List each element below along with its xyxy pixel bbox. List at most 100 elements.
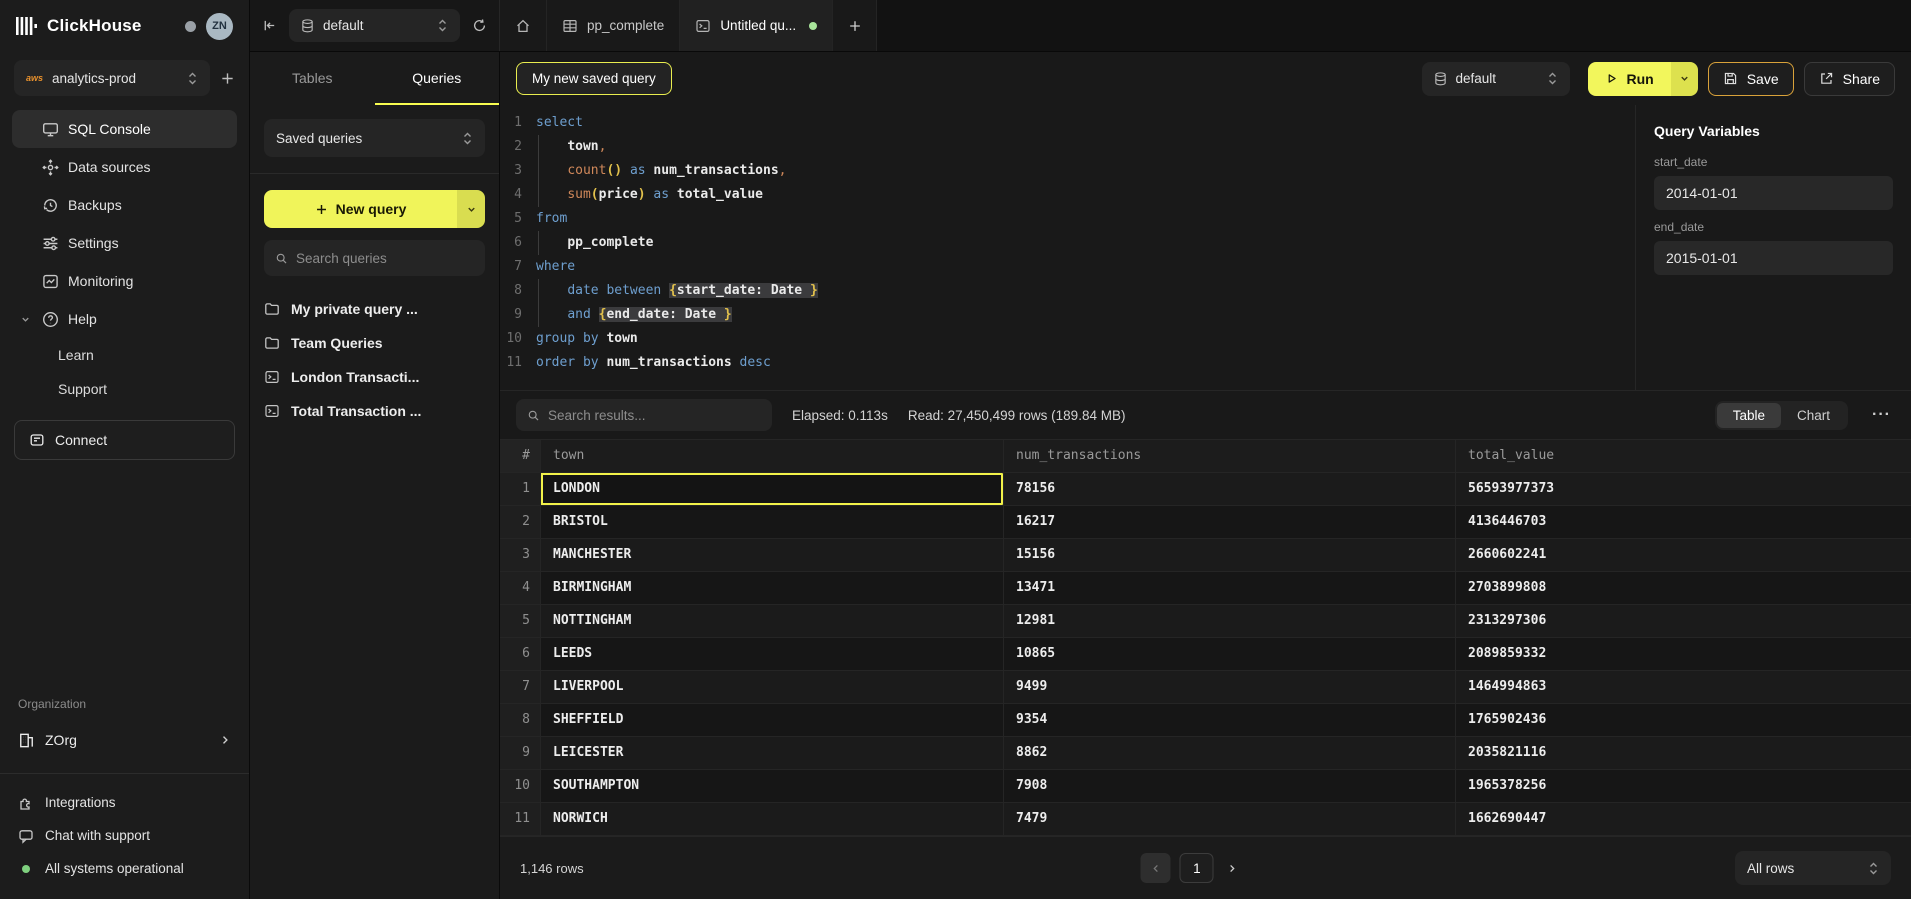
collapse-sidebar-icon[interactable] xyxy=(262,18,277,33)
view-chart-button[interactable]: Chart xyxy=(1781,403,1846,428)
table-cell[interactable]: 10865 xyxy=(1003,638,1455,670)
connect-button[interactable]: Connect xyxy=(14,420,235,460)
editor-toolbar: My new saved query default Run xyxy=(500,52,1911,105)
notification-dot[interactable] xyxy=(185,21,196,32)
chat-support-link[interactable]: Chat with support xyxy=(6,819,243,852)
run-button[interactable]: Run xyxy=(1588,62,1671,96)
table-cell[interactable]: LONDON xyxy=(540,473,1003,505)
table-cell[interactable]: 2 xyxy=(500,506,540,538)
run-options-button[interactable] xyxy=(1671,62,1698,96)
list-item-query[interactable]: Total Transaction ... xyxy=(264,394,485,428)
tab-pp-complete[interactable]: pp_complete xyxy=(547,0,680,51)
table-cell[interactable]: SOUTHAMPTON xyxy=(540,770,1003,802)
sidebar-item-monitoring[interactable]: Monitoring xyxy=(12,262,237,300)
table-cell[interactable]: 9 xyxy=(500,737,540,769)
list-item-query[interactable]: London Transacti... xyxy=(264,360,485,394)
table-cell[interactable]: 4 xyxy=(500,572,540,604)
save-button[interactable]: Save xyxy=(1708,62,1794,96)
table-cell[interactable]: 10 xyxy=(500,770,540,802)
table-cell[interactable]: 8862 xyxy=(1003,737,1455,769)
table-cell[interactable]: 2313297306 xyxy=(1455,605,1911,637)
table-cell[interactable]: 1765902436 xyxy=(1455,704,1911,736)
search-queries-input[interactable] xyxy=(296,251,474,266)
table-cell[interactable]: LEEDS xyxy=(540,638,1003,670)
service-selector[interactable]: aws analytics-prod xyxy=(14,60,210,96)
table-cell[interactable]: 56593977373 xyxy=(1455,473,1911,505)
sidebar-item-learn[interactable]: Learn xyxy=(12,338,237,372)
tab-untitled-query[interactable]: Untitled qu... xyxy=(680,0,833,51)
table-cell[interactable]: MANCHESTER xyxy=(540,539,1003,571)
search-icon xyxy=(275,252,288,265)
table-cell[interactable]: 12981 xyxy=(1003,605,1455,637)
sidebar-item-settings[interactable]: Settings xyxy=(12,224,237,262)
database-selector[interactable]: default xyxy=(289,9,460,42)
table-cell[interactable]: 8 xyxy=(500,704,540,736)
saved-queries-filter[interactable]: Saved queries xyxy=(264,119,485,157)
table-cell[interactable]: BRISTOL xyxy=(540,506,1003,538)
next-page-button[interactable] xyxy=(1223,863,1242,874)
table-cell[interactable]: 15156 xyxy=(1003,539,1455,571)
prev-page-button[interactable] xyxy=(1141,853,1171,883)
organization-switcher[interactable]: ZOrg xyxy=(0,721,249,759)
table-cell[interactable]: 11 xyxy=(500,803,540,835)
table-cell[interactable]: 16217 xyxy=(1003,506,1455,538)
tab-queries[interactable]: Queries xyxy=(375,52,500,105)
table-cell[interactable]: NOTTINGHAM xyxy=(540,605,1003,637)
sidebar-item-backups[interactable]: Backups xyxy=(12,186,237,224)
table-cell[interactable]: 2703899808 xyxy=(1455,572,1911,604)
sidebar-item-sql-console[interactable]: SQL Console xyxy=(12,110,237,148)
sql-editor[interactable]: 1select2 town,3 count() as num_transacti… xyxy=(500,105,1635,390)
table-cell[interactable]: NORWICH xyxy=(540,803,1003,835)
table-cell[interactable]: 9499 xyxy=(1003,671,1455,703)
list-item-folder[interactable]: My private query ... xyxy=(264,292,485,326)
sidebar-item-support[interactable]: Support xyxy=(12,372,237,406)
saved-query-name-chip[interactable]: My new saved query xyxy=(516,62,672,95)
table-cell[interactable]: LIVERPOOL xyxy=(540,671,1003,703)
table-cell[interactable]: 2089859332 xyxy=(1455,638,1911,670)
table-cell[interactable]: 9354 xyxy=(1003,704,1455,736)
table-cell[interactable]: 1 xyxy=(500,473,540,505)
system-status[interactable]: All systems operational xyxy=(6,852,243,885)
table-cell[interactable]: 2660602241 xyxy=(1455,539,1911,571)
more-options-icon[interactable]: ··· xyxy=(1868,406,1895,424)
search-results-input[interactable] xyxy=(548,408,761,423)
share-button[interactable]: Share xyxy=(1804,62,1895,96)
integrations-link[interactable]: Integrations xyxy=(6,786,243,819)
new-tab-button[interactable] xyxy=(833,0,877,51)
table-cell[interactable]: 7908 xyxy=(1003,770,1455,802)
sidebar-item-help[interactable]: Help xyxy=(12,300,237,338)
chevron-updown-icon xyxy=(1547,72,1558,85)
aws-icon: aws xyxy=(26,73,43,83)
table-cell[interactable]: 1662690447 xyxy=(1455,803,1911,835)
add-service-button[interactable] xyxy=(220,71,235,86)
new-query-menu-button[interactable] xyxy=(457,190,485,228)
table-cell[interactable]: 6 xyxy=(500,638,540,670)
end-date-input[interactable] xyxy=(1654,241,1893,275)
tab-home[interactable] xyxy=(500,0,547,51)
table-cell[interactable]: 7 xyxy=(500,671,540,703)
run-database-selector[interactable]: default xyxy=(1422,62,1570,96)
view-table-button[interactable]: Table xyxy=(1717,403,1781,428)
page-size-selector[interactable]: All rows xyxy=(1735,851,1891,885)
table-cell[interactable]: SHEFFIELD xyxy=(540,704,1003,736)
table-cell[interactable]: LEICESTER xyxy=(540,737,1003,769)
current-page[interactable]: 1 xyxy=(1180,853,1214,883)
sidebar-item-data-sources[interactable]: Data sources xyxy=(12,148,237,186)
table-cell[interactable]: 13471 xyxy=(1003,572,1455,604)
table-cell[interactable]: 5 xyxy=(500,605,540,637)
refresh-icon[interactable] xyxy=(472,18,487,33)
table-cell[interactable]: 2035821116 xyxy=(1455,737,1911,769)
tab-tables[interactable]: Tables xyxy=(250,52,375,105)
table-cell[interactable]: 3 xyxy=(500,539,540,571)
start-date-input[interactable] xyxy=(1654,176,1893,210)
results-table[interactable]: #townnum_transactionstotal_value1LONDON7… xyxy=(500,439,1911,836)
list-item-folder[interactable]: Team Queries xyxy=(264,326,485,360)
table-cell[interactable]: 78156 xyxy=(1003,473,1455,505)
table-cell[interactable]: BIRMINGHAM xyxy=(540,572,1003,604)
table-cell[interactable]: 1965378256 xyxy=(1455,770,1911,802)
avatar[interactable]: ZN xyxy=(206,13,233,40)
table-cell[interactable]: 4136446703 xyxy=(1455,506,1911,538)
table-cell[interactable]: 7479 xyxy=(1003,803,1455,835)
table-cell[interactable]: 1464994863 xyxy=(1455,671,1911,703)
new-query-button[interactable]: New query xyxy=(264,190,457,228)
